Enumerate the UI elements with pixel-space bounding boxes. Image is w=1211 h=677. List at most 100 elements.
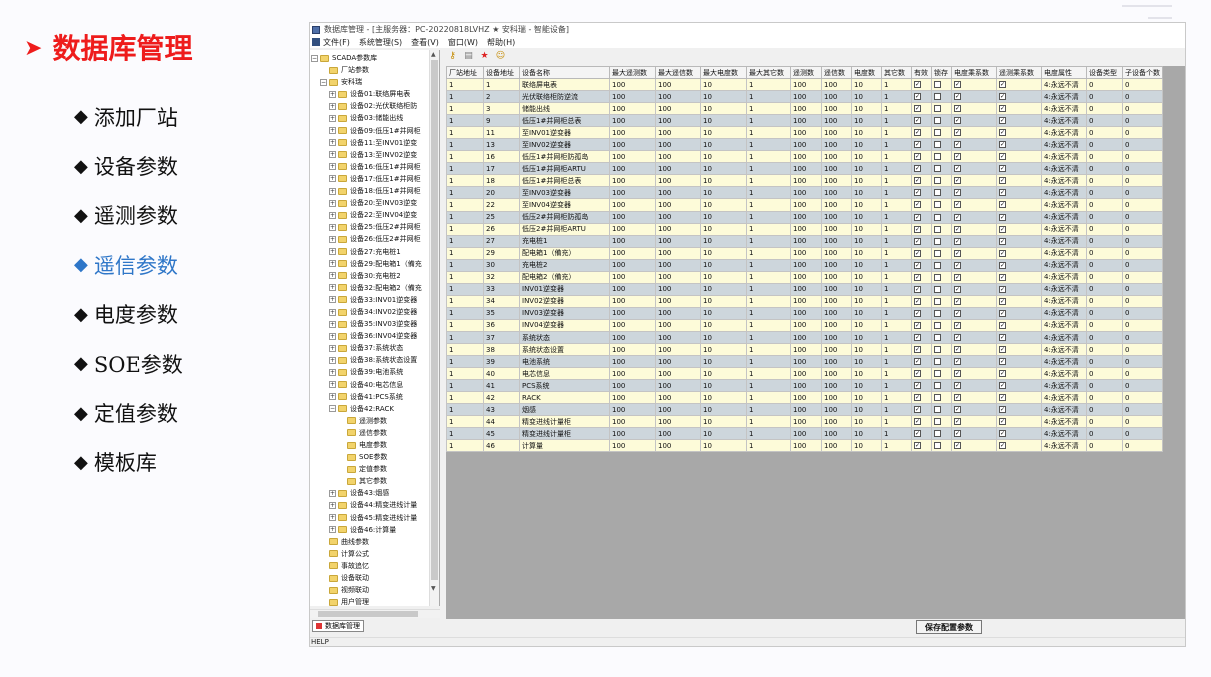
table-cell[interactable]: 100 xyxy=(790,90,822,104)
table-cell[interactable]: 100 xyxy=(821,270,852,284)
table-cell[interactable]: 30 xyxy=(483,258,520,272)
slide-menu-item[interactable]: ◆ SOE参数 xyxy=(74,339,183,388)
table-row[interactable]: 1 27 充电桩1 100 100 10 1 100 100 10 1 ✓ ✓ ✓ 4:永远不清 0 0 xyxy=(446,234,1163,248)
table-cell[interactable]: 100 xyxy=(609,258,656,272)
checkbox-checked[interactable]: ✓ xyxy=(999,430,1006,438)
table-cell[interactable]: 1 xyxy=(446,186,484,200)
table-cell[interactable]: 10 xyxy=(700,355,747,369)
table-cell[interactable]: 1 xyxy=(746,439,791,453)
table-cell[interactable]: 0 xyxy=(1122,427,1163,441)
tree-node[interactable]: + 设备01:联络屏电表 xyxy=(311,88,429,100)
table-cell[interactable]: 精变进线计量柜 xyxy=(519,415,610,429)
table-cell[interactable]: 18 xyxy=(483,174,520,188)
tree-node[interactable]: 设备联动 xyxy=(311,572,429,584)
table-cell[interactable]: 10 xyxy=(851,90,882,104)
table-cell[interactable]: 1 xyxy=(746,246,791,260)
tree-node[interactable]: + 设备34:INV02逆变器 xyxy=(311,306,429,318)
checkbox-checked[interactable]: ✓ xyxy=(914,358,921,366)
table-cell[interactable]: 100 xyxy=(790,294,822,308)
table-cell[interactable]: 100 xyxy=(655,355,701,369)
slide-menu-item[interactable]: ◆ 设备参数 xyxy=(74,141,183,190)
table-cell[interactable]: 1 xyxy=(746,102,791,116)
table-cell[interactable]: 100 xyxy=(655,403,701,417)
table-cell[interactable]: 0 xyxy=(1122,439,1163,453)
scroll-down-icon[interactable]: ▼ xyxy=(431,585,436,592)
table-cell[interactable]: 1 xyxy=(746,162,791,176)
checkbox-unchecked[interactable] xyxy=(934,177,941,185)
tree-node[interactable]: + 设备16:低压1#并网柜 xyxy=(311,161,429,173)
column-header[interactable]: 遥测数 xyxy=(790,66,822,79)
table-cell[interactable]: 4:永远不清 xyxy=(1041,343,1087,357)
table-cell[interactable]: 10 xyxy=(851,138,882,152)
table-cell[interactable]: INV02逆变器 xyxy=(519,294,610,308)
table-cell[interactable]: 1 xyxy=(881,210,912,224)
column-header[interactable]: 最大电度数 xyxy=(700,66,747,79)
table-cell[interactable]: 1 xyxy=(746,90,791,104)
table-cell[interactable]: 1 xyxy=(881,90,912,104)
table-cell[interactable]: 4:永远不清 xyxy=(1041,186,1087,200)
table-cell[interactable]: 0 xyxy=(1086,102,1123,116)
table-cell[interactable]: 1 xyxy=(746,403,791,417)
table-cell[interactable]: 100 xyxy=(821,198,852,212)
table-cell[interactable]: 10 xyxy=(700,282,747,296)
expand-icon[interactable]: + xyxy=(329,175,336,183)
table-cell[interactable]: 100 xyxy=(790,114,822,128)
table-cell[interactable]: 0 xyxy=(1122,198,1163,212)
checkbox-checked[interactable]: ✓ xyxy=(999,297,1006,305)
table-cell[interactable]: 1 xyxy=(881,186,912,200)
checkbox-unchecked[interactable] xyxy=(934,394,941,402)
table-cell[interactable]: 10 xyxy=(851,282,882,296)
table-cell[interactable]: 100 xyxy=(821,186,852,200)
table-cell[interactable]: 1 xyxy=(881,403,912,417)
table-cell[interactable]: 100 xyxy=(821,415,852,429)
checkbox-checked[interactable]: ✓ xyxy=(914,430,921,438)
table-cell[interactable]: 10 xyxy=(700,126,747,140)
table-cell[interactable]: 4:永远不清 xyxy=(1041,306,1087,320)
table-cell[interactable]: 1 xyxy=(881,391,912,405)
table-cell[interactable]: 1 xyxy=(446,379,484,393)
table-cell[interactable]: 4:永远不清 xyxy=(1041,439,1087,453)
table-cell[interactable]: 32 xyxy=(483,270,520,284)
checkbox-checked[interactable]: ✓ xyxy=(954,153,961,161)
table-cell[interactable]: 1 xyxy=(446,138,484,152)
table-cell[interactable]: 100 xyxy=(821,150,852,164)
table-cell[interactable]: 0 xyxy=(1122,114,1163,128)
checkbox-checked[interactable]: ✓ xyxy=(999,382,1006,390)
checkbox-checked[interactable]: ✓ xyxy=(914,177,921,185)
column-header[interactable]: 电度属性 xyxy=(1041,66,1087,79)
table-cell[interactable]: 1 xyxy=(746,379,791,393)
table-cell[interactable]: 0 xyxy=(1086,379,1123,393)
table-cell[interactable]: 4:永远不清 xyxy=(1041,258,1087,272)
table-cell[interactable]: 4:永远不清 xyxy=(1041,234,1087,248)
checkbox-checked[interactable]: ✓ xyxy=(999,165,1006,173)
table-cell[interactable]: 100 xyxy=(655,367,701,381)
table-cell[interactable]: 100 xyxy=(790,162,822,176)
table-cell[interactable]: 0 xyxy=(1122,270,1163,284)
table-cell[interactable]: 100 xyxy=(655,343,701,357)
table-cell[interactable]: 100 xyxy=(609,126,656,140)
table-cell[interactable]: 配电箱1（備充） xyxy=(519,246,610,260)
table-cell[interactable]: 100 xyxy=(609,439,656,453)
column-header[interactable]: 设备名称 xyxy=(519,66,610,79)
table-cell[interactable]: 0 xyxy=(1122,210,1163,224)
table-cell[interactable]: 100 xyxy=(821,318,852,332)
table-row[interactable]: 1 3 储能出线 100 100 10 1 100 100 10 1 ✓ ✓ ✓ 4:永远不清 0 0 xyxy=(446,102,1163,116)
tree-node[interactable]: 厂站参数 xyxy=(311,64,429,76)
table-cell[interactable]: 1 xyxy=(881,114,912,128)
table-cell[interactable]: 系统状态设置 xyxy=(519,343,610,357)
checkbox-unchecked[interactable] xyxy=(934,117,941,125)
menu-item[interactable]: 帮助(H) xyxy=(487,37,515,48)
table-cell[interactable]: 10 xyxy=(851,102,882,116)
expand-icon[interactable]: + xyxy=(329,284,336,292)
table-cell[interactable]: 0 xyxy=(1122,306,1163,320)
table-cell[interactable]: 10 xyxy=(700,174,747,188)
checkbox-unchecked[interactable] xyxy=(934,141,941,149)
tree-node[interactable]: + 设备30:充电桩2 xyxy=(311,270,429,282)
checkbox-checked[interactable]: ✓ xyxy=(954,334,961,341)
scroll-thumb[interactable] xyxy=(318,611,418,617)
column-header[interactable]: 电度乘系数 xyxy=(951,66,997,79)
table-cell[interactable]: 27 xyxy=(483,234,520,248)
tree-node[interactable]: + 设备02:光伏联络柜防 xyxy=(311,100,429,112)
table-cell[interactable]: 低压1#并网柜总表 xyxy=(519,114,610,128)
table-cell[interactable]: 电芯信息 xyxy=(519,367,610,381)
